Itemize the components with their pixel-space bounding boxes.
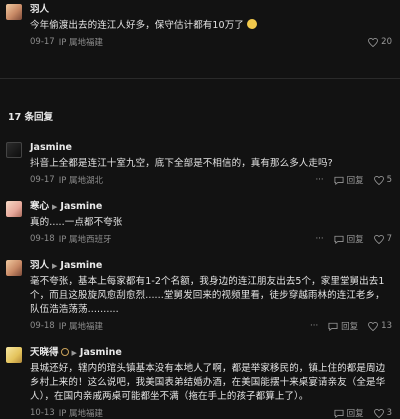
reply-item: Jasmine 抖音上全都是连江十室九空，底下全部是不相信的，真有那么多人走吗?… xyxy=(0,141,400,186)
heart-icon xyxy=(368,37,379,47)
avatar[interactable] xyxy=(6,201,22,217)
ip-location: IP 属地福建 xyxy=(58,322,104,332)
author-name: 寒心 ▶ Jasmine xyxy=(30,201,103,212)
reply-text: 县城还好，辖内的琯头镇基本没有本地人了啊，都是举家移民的，镇上住的都是周边乡村上… xyxy=(30,363,386,402)
replies-header: 17 条回复 xyxy=(8,112,54,123)
author-name[interactable]: 羽人 xyxy=(30,3,392,17)
ip-location: IP 属地西班牙 xyxy=(58,235,112,245)
reply-arrow-icon: ▶ xyxy=(71,349,77,357)
avatar[interactable] xyxy=(6,142,22,158)
reply-to-name[interactable]: Jasmine xyxy=(80,347,122,358)
more-icon: ··· xyxy=(315,175,324,185)
avatar[interactable] xyxy=(6,4,22,20)
like-button[interactable]: 5 xyxy=(373,175,392,185)
like-count: 3 xyxy=(386,408,392,418)
reply-text: 真的.....一点都不夸张 xyxy=(30,217,123,228)
heart-icon xyxy=(373,175,384,185)
like-count: 20 xyxy=(381,37,392,47)
reply-date: 09-18 xyxy=(30,234,55,244)
user-badge-icon xyxy=(60,348,69,356)
comment-icon xyxy=(328,322,338,331)
heart-icon xyxy=(368,321,379,331)
reply-arrow-icon: ▶ xyxy=(52,203,58,211)
ip-location: IP 属地福建 xyxy=(58,38,104,48)
reply-button[interactable]: 回复 xyxy=(328,320,358,332)
reply-to-name[interactable]: Jasmine xyxy=(60,260,102,271)
reply-date: 09-18 xyxy=(30,321,55,331)
reply-item: 羽人 ▶ Jasmine 毫不夸张，基本上每家都有1-2个名额，我身边的连江朋友出去… xyxy=(0,259,400,332)
more-icon: ··· xyxy=(315,234,324,244)
reply-button[interactable]: 回复 xyxy=(334,174,364,186)
reply-item: 天晓得 ▶ Jasmine 县城还好，辖内的琯头镇基本没有本地人了啊，都是举家移民的… xyxy=(0,346,400,419)
avatar[interactable] xyxy=(6,347,22,363)
reply-text: 抖音上全都是连江十室九空，底下全部是不相信的，真有那么多人走吗? xyxy=(30,158,333,169)
comment-icon xyxy=(334,409,344,418)
reply-text: 毫不夸张，基本上每家都有1-2个名额，我身边的连江朋友出去5个，家里堂舅出去1个… xyxy=(30,276,385,315)
divider xyxy=(0,78,400,79)
like-count: 13 xyxy=(381,321,392,331)
author-name: 天晓得 ▶ Jasmine xyxy=(30,347,122,358)
comment-icon xyxy=(334,235,344,244)
reply-date: 09-17 xyxy=(30,175,55,185)
reply-arrow-icon: ▶ xyxy=(52,262,58,270)
avatar[interactable] xyxy=(6,260,22,276)
like-count: 7 xyxy=(386,234,392,244)
comment-text: 今年偷渡出去的连江人好多，保守估计都有10万了 xyxy=(30,19,392,33)
grinning-face-icon xyxy=(247,19,258,29)
reply-button[interactable]: 回复 xyxy=(334,233,364,245)
reply-item: 寒心 ▶ Jasmine 真的.....一点都不夸张 09-18 IP 属地西班牙 … xyxy=(0,200,400,245)
heart-icon xyxy=(373,234,384,244)
reply-date: 10-13 xyxy=(30,408,55,418)
reply-button[interactable]: 回复 xyxy=(334,407,364,419)
comment-date: 09-17 xyxy=(30,37,55,47)
like-button[interactable]: 20 xyxy=(368,37,392,47)
more-icon: ··· xyxy=(310,321,319,331)
reply-to-name[interactable]: Jasmine xyxy=(60,201,102,212)
ip-location: IP 属地福建 xyxy=(58,409,104,419)
ip-location: IP 属地湖北 xyxy=(58,176,104,186)
heart-icon xyxy=(373,408,384,418)
comment-icon xyxy=(334,176,344,185)
like-button[interactable]: 3 xyxy=(373,408,392,418)
more-button[interactable]: ··· xyxy=(310,321,318,331)
like-count: 5 xyxy=(386,175,392,185)
author-name: 羽人 ▶ Jasmine xyxy=(30,260,103,271)
more-button[interactable]: ··· xyxy=(315,234,323,244)
like-button[interactable]: 13 xyxy=(368,321,392,331)
more-button[interactable]: ··· xyxy=(315,175,323,185)
top-comment: 羽人 今年偷渡出去的连江人好多，保守估计都有10万了 09-17 IP 属地福建… xyxy=(0,0,400,48)
author-name[interactable]: Jasmine xyxy=(30,141,392,155)
like-button[interactable]: 7 xyxy=(373,234,392,244)
